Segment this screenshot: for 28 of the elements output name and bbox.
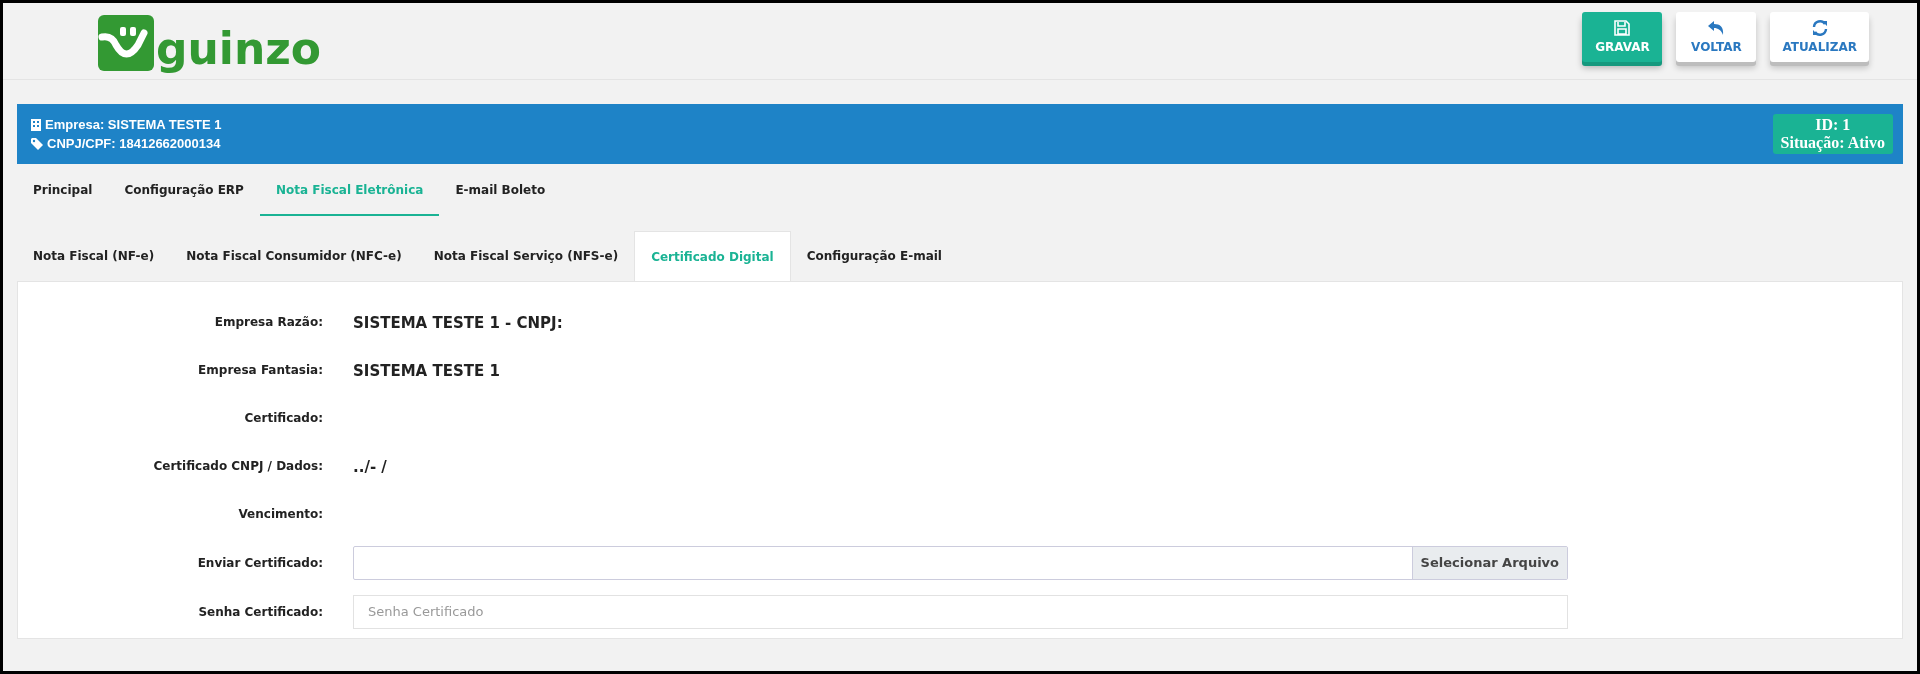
status-badge: ID: 1 Situação: Ativo <box>1772 114 1893 154</box>
field-label: Certificado: <box>243 411 324 425</box>
tab[interactable]: Nota Fiscal (NF-e) <box>17 231 171 281</box>
tab[interactable]: E-mail Boleto <box>439 166 562 216</box>
tag-icon <box>31 137 43 150</box>
logo-text: guinzo <box>156 27 322 71</box>
field-label: Empresa Razão: <box>213 315 324 329</box>
company-cnpj: CNPJ/CPF: 18412662000134 <box>47 136 221 151</box>
field-label: Senha Certificado: <box>197 604 324 619</box>
smiley-logo-icon <box>98 15 154 71</box>
field-value: ../- / <box>353 457 387 476</box>
refresh-icon <box>1811 20 1828 36</box>
building-icon <box>31 118 41 131</box>
field-label: Empresa Fantasia: <box>197 363 324 377</box>
tab[interactable]: Principal <box>17 166 109 216</box>
tab[interactable]: Nota Fiscal Consumidor (NFC-e) <box>170 231 418 281</box>
tab[interactable]: Configuração ERP <box>108 166 260 216</box>
field-label: Vencimento: <box>237 507 324 521</box>
field-value: SISTEMA TESTE 1 - CNPJ: <box>353 313 563 332</box>
field-label: Enviar Certificado: <box>196 555 324 570</box>
tab[interactable]: Configuração E-mail <box>790 231 958 281</box>
field-value: SISTEMA TESTE 1 <box>353 361 500 380</box>
reply-arrow-icon <box>1707 20 1726 36</box>
password-field[interactable]: Senha Certificado <box>353 594 1568 629</box>
file-input-field[interactable]: Selecionar Arquivo <box>353 545 1568 580</box>
tab[interactable]: Nota Fiscal Serviço (NFS-e) <box>417 231 635 281</box>
company-name: Empresa: SISTEMA TESTE 1 <box>45 117 222 132</box>
field-label: Certificado CNPJ / Dados: <box>152 459 324 473</box>
